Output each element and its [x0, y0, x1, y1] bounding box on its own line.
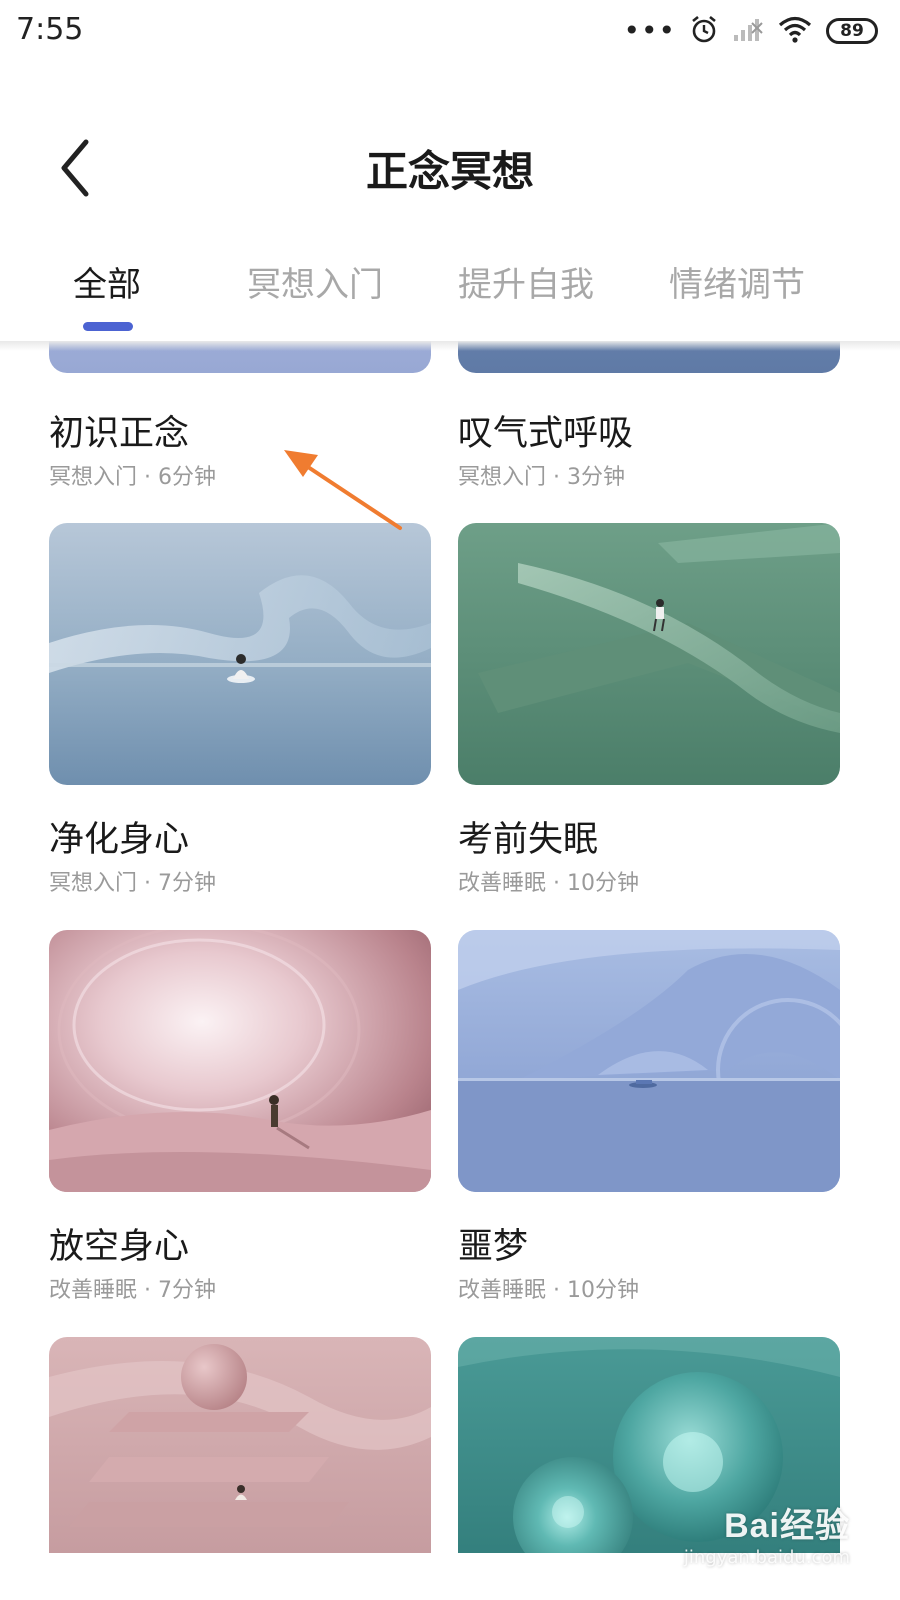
status-icons: ••• 89 — [623, 14, 878, 48]
category-tabs: 全部 冥想入门 提升自我 情绪调节 — [0, 245, 900, 341]
wifi-icon — [778, 15, 812, 47]
card-image — [49, 930, 431, 1192]
card-title: 叹气式呼吸 — [458, 414, 634, 454]
status-bar: 7:55 ••• 89 — [0, 0, 900, 64]
watermark-logo: Bai经验 — [724, 1507, 850, 1545]
card-subtitle: 改善睡眠 · 10分钟 — [458, 871, 639, 896]
card-subtitle: 冥想入门 · 3分钟 — [458, 465, 625, 490]
status-time: 7:55 — [16, 12, 84, 47]
card-image — [49, 523, 431, 785]
card-title: 净化身心 — [49, 820, 190, 860]
card-subtitle: 冥想入门 · 7分钟 — [49, 871, 216, 896]
card-subtitle: 改善睡眠 · 10分钟 — [458, 1278, 639, 1303]
watermark: Bai经验 jingyan.baidu.com — [684, 1498, 850, 1568]
signal-icon — [732, 15, 764, 47]
tab-indicator — [83, 322, 133, 331]
tab-self-improvement[interactable]: 提升自我 — [446, 257, 606, 306]
card-image — [49, 1337, 431, 1553]
watermark-url: jingyan.baidu.com — [683, 1547, 850, 1568]
tab-meditation-intro[interactable]: 冥想入门 — [235, 257, 395, 306]
battery-icon: 89 — [826, 18, 878, 44]
tab-all[interactable]: 全部 — [62, 257, 152, 306]
page-title: 正念冥想 — [365, 147, 534, 196]
tab-emotion-regulation[interactable]: 情绪调节 — [657, 257, 817, 306]
card-title: 放空身心 — [49, 1227, 190, 1267]
alarm-icon — [690, 14, 718, 48]
card-image — [458, 523, 840, 785]
meditation-grid: 初识正念 冥想入门 · 6分钟 叹气式呼吸 冥想入门 · 3分钟 净化身心 冥想… — [0, 341, 900, 1553]
card-image — [458, 930, 840, 1192]
more-dots-icon: ••• — [623, 14, 676, 47]
card-subtitle: 冥想入门 · 6分钟 — [49, 465, 216, 490]
header-divider — [0, 341, 900, 351]
card-title: 初识正念 — [49, 414, 190, 454]
card-title: 噩梦 — [458, 1227, 529, 1267]
header: 正念冥想 — [0, 100, 900, 230]
card-subtitle: 改善睡眠 · 7分钟 — [49, 1278, 216, 1303]
card-title: 考前失眠 — [458, 820, 599, 860]
